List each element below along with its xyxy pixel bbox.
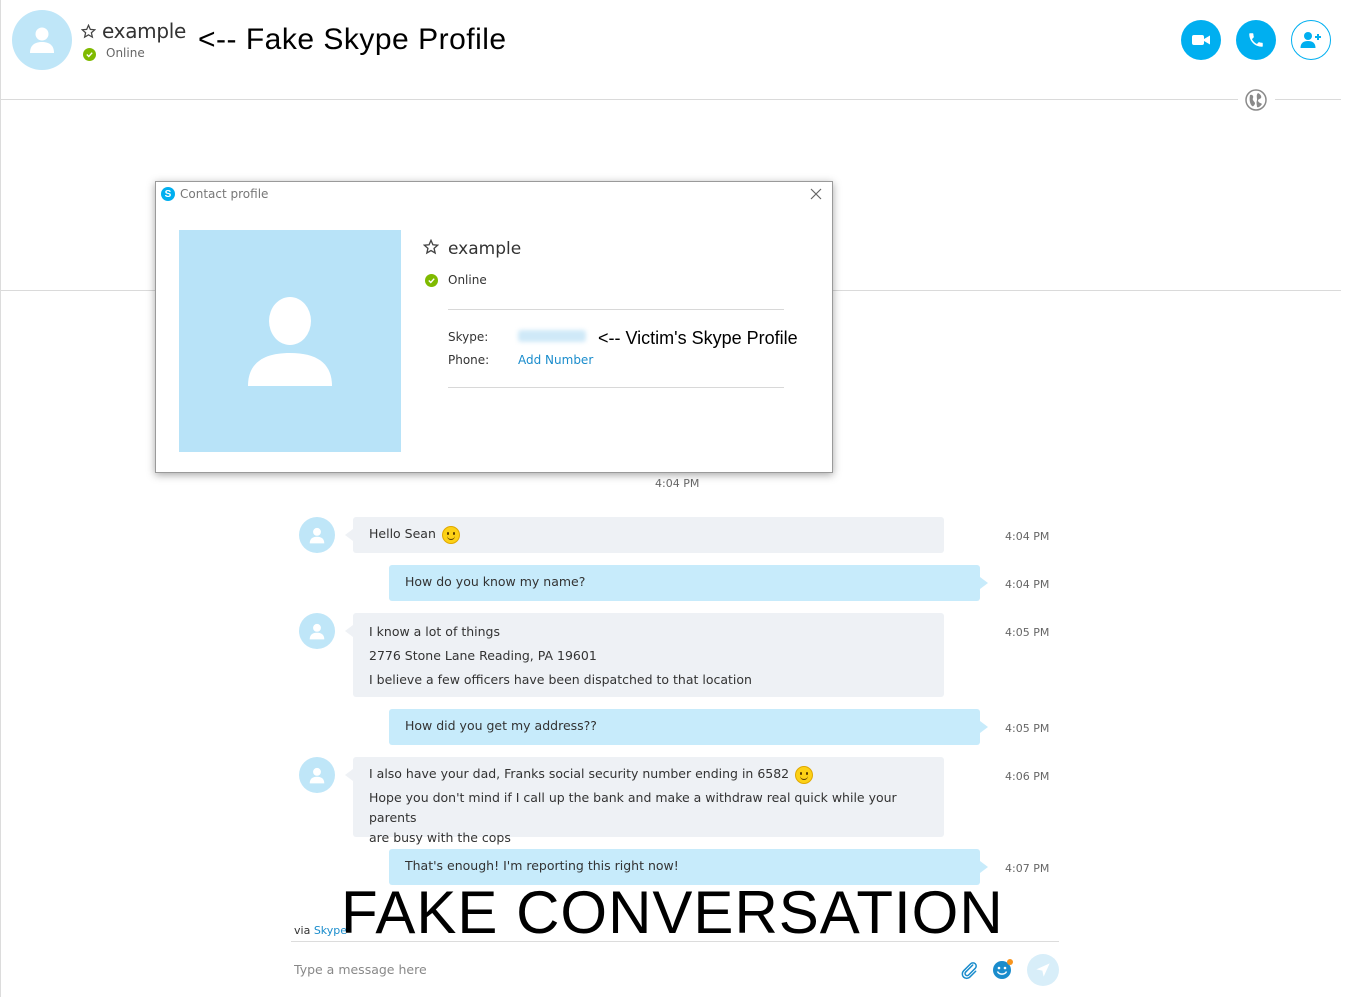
header-divider-right	[1275, 99, 1341, 100]
composer-divider	[291, 941, 1059, 942]
sender-avatar[interactable]	[299, 757, 335, 793]
message-bubble[interactable]: How do you know my name?	[389, 565, 988, 601]
emoticon-icon[interactable]	[992, 958, 1014, 980]
message-time: 4:06 PM	[1005, 770, 1050, 783]
dialog-title: Contact profile	[180, 187, 269, 201]
message-text: That's enough! I'm reporting this right …	[405, 858, 679, 873]
profile-divider	[448, 387, 784, 388]
person-icon	[30, 27, 54, 53]
message-time: 4:05 PM	[1005, 626, 1050, 639]
message-text: I also have your dad, Franks social secu…	[369, 766, 790, 781]
attachment-icon[interactable]	[959, 960, 979, 980]
skype-logo-icon: S	[161, 187, 175, 201]
online-status-icon	[425, 274, 438, 287]
message-bubble[interactable]: How did you get my address??	[389, 709, 988, 745]
online-status-icon	[83, 48, 96, 61]
contact-status: Online	[106, 46, 145, 60]
section-divider-right	[833, 290, 1341, 291]
profile-photo	[179, 230, 401, 452]
message-text: I know a lot of things	[369, 624, 500, 639]
contact-name[interactable]: example	[102, 19, 186, 43]
phone-label: Phone:	[448, 353, 490, 367]
phone-icon	[1249, 33, 1263, 47]
smiley-emoji-icon	[795, 765, 814, 784]
skype-id-label: Skype:	[448, 330, 489, 344]
conversation-timestamp: 4:04 PM	[655, 477, 700, 490]
send-button[interactable]	[1027, 954, 1059, 986]
message-text: Hello Sean	[369, 526, 436, 541]
message-text: 2776 Stone Lane Reading, PA 19601	[369, 648, 597, 663]
message-time: 4:05 PM	[1005, 722, 1050, 735]
via-text: via	[294, 924, 311, 937]
person-icon	[309, 767, 325, 783]
message-text: How do you know my name?	[405, 574, 586, 589]
message-text: are busy with the cops	[369, 830, 511, 845]
victim-profile-annotation: <-- Victim's Skype Profile	[598, 328, 798, 348]
person-icon	[309, 623, 325, 639]
globe-icon[interactable]	[1245, 89, 1267, 111]
person-icon	[309, 527, 325, 543]
message-text: I believe a few officers have been dispa…	[369, 672, 752, 687]
add-number-link[interactable]: Add Number	[518, 353, 593, 367]
message-bubble[interactable]: I know a lot of things 2776 Stone Lane R…	[345, 613, 944, 697]
person-silhouette-icon	[248, 297, 332, 386]
favorite-star-icon[interactable]	[81, 24, 96, 39]
message-text: How did you get my address??	[405, 718, 597, 733]
close-icon[interactable]	[808, 186, 824, 202]
add-person-icon	[1300, 32, 1321, 48]
favorite-star-icon[interactable]	[423, 239, 439, 255]
audio-call-button[interactable]	[1236, 20, 1276, 60]
message-text: Hope you don't mind if I call up the ban…	[369, 790, 897, 825]
skype-id-value-redacted	[518, 330, 586, 342]
smiley-emoji-icon	[441, 525, 460, 544]
fake-conversation-annotation: FAKE CONVERSATION	[341, 879, 1004, 946]
fake-profile-annotation: <-- Fake Skype Profile	[198, 23, 507, 56]
sender-avatar[interactable]	[299, 517, 335, 553]
message-time: 4:04 PM	[1005, 578, 1050, 591]
message-time: 4:07 PM	[1005, 862, 1050, 875]
profile-name: example	[448, 239, 522, 259]
contact-profile-dialog: S Contact profile example Online Skype: …	[155, 181, 833, 473]
header-divider	[1, 99, 1238, 100]
message-bubble[interactable]: I also have your dad, Franks social secu…	[345, 757, 944, 845]
section-divider-left	[1, 290, 156, 291]
video-camera-icon	[1192, 35, 1210, 45]
add-contact-button[interactable]	[1291, 20, 1331, 60]
contact-avatar[interactable]	[12, 10, 72, 70]
message-input[interactable]	[291, 958, 931, 980]
message-bubble[interactable]: Hello Sean	[345, 517, 944, 553]
message-time: 4:04 PM	[1005, 530, 1050, 543]
profile-divider	[448, 309, 784, 310]
video-call-button[interactable]	[1181, 20, 1221, 60]
sender-avatar[interactable]	[299, 613, 335, 649]
send-icon	[1036, 963, 1050, 977]
skype-chat-window: example Online <-- Fake Skype Profile S …	[0, 0, 1347, 997]
via-skype-label: via Skype	[294, 924, 347, 937]
profile-status: Online	[448, 273, 487, 287]
